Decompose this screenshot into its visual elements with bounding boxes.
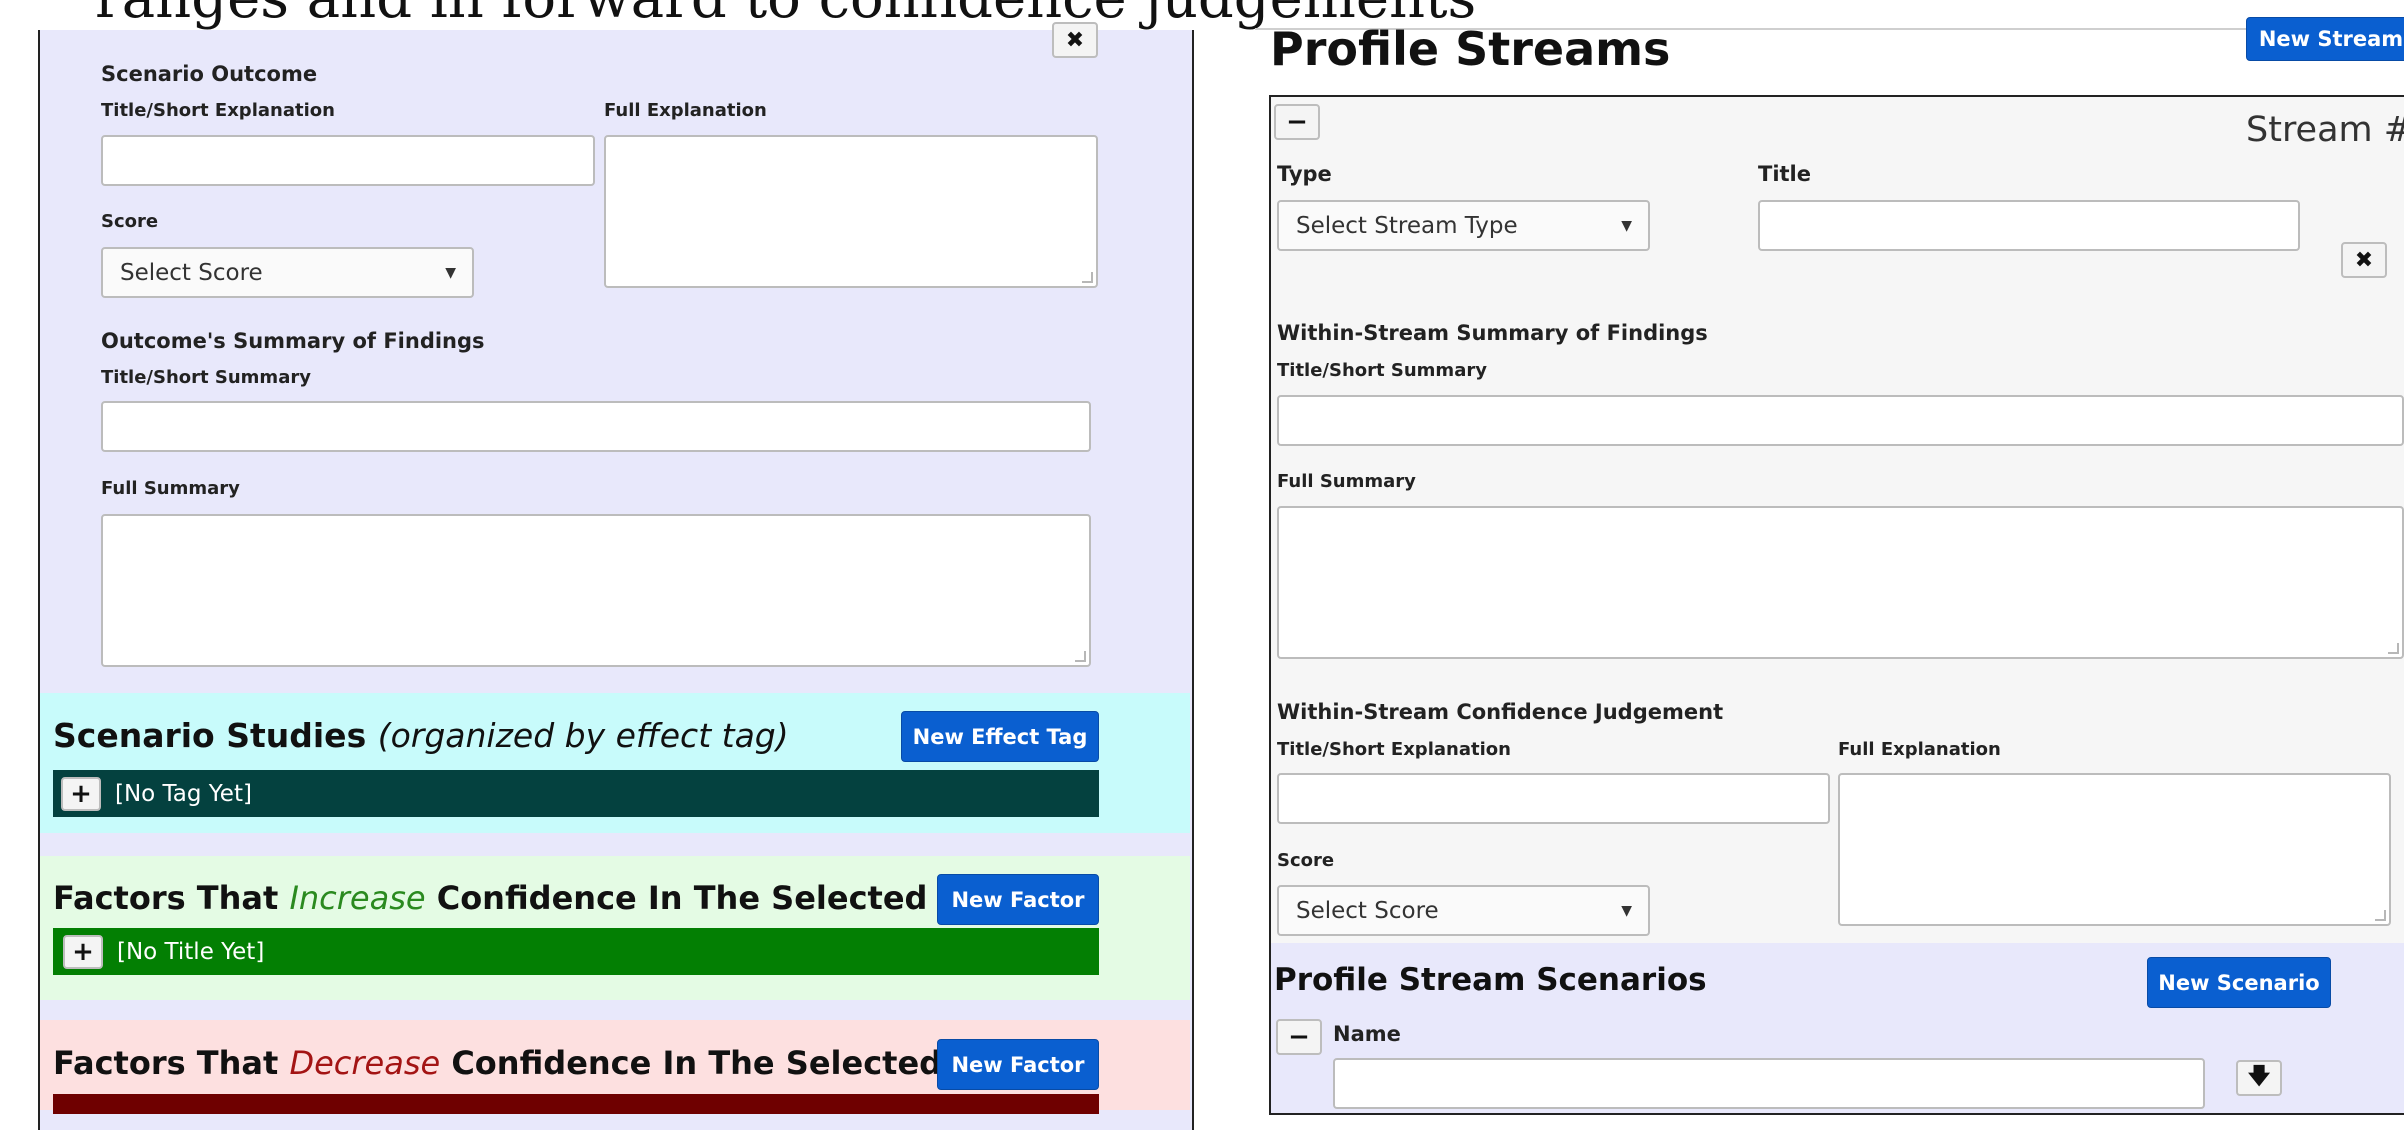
new-scenario-button[interactable]: New Scenario [2147, 957, 2331, 1008]
outcome-summary-heading: Outcome's Summary of Findings [101, 329, 485, 353]
summary-title-label: Title/Short Summary [101, 367, 311, 388]
within-confidence-title-input[interactable] [1277, 773, 1830, 824]
expand-button[interactable]: + [63, 934, 103, 969]
arrow-down-icon: 🡇 [2247, 1064, 2271, 1089]
within-summary-title-label: Title/Short Summary [1277, 360, 1487, 381]
profile-streams-title: Profile Streams [1270, 22, 1671, 76]
scenario-name-label: Name [1333, 1022, 1401, 1046]
outcome-title-input[interactable] [101, 135, 595, 186]
effect-tag-row[interactable]: + [No Tag Yet] [53, 770, 1099, 817]
expand-button[interactable]: + [61, 776, 101, 811]
summary-title-input[interactable] [101, 401, 1091, 452]
scenario-studies-title: Scenario Studies (organized by effect ta… [53, 716, 789, 755]
scenario-outcome-heading: Scenario Outcome [101, 62, 318, 86]
increase-factors-title: Factors That Increase Confidence In The … [53, 879, 1075, 917]
close-icon: ✖ [1065, 27, 1085, 53]
within-summary-title-input[interactable] [1277, 395, 2404, 446]
within-summary-heading: Within-Stream Summary of Findings [1277, 321, 1708, 345]
plus-icon: + [72, 936, 94, 967]
chevron-down-icon: ▼ [1621, 902, 1632, 919]
chevron-down-icon: ▼ [1621, 217, 1632, 234]
increase-factor-row[interactable]: + [No Title Yet] [53, 928, 1099, 975]
close-icon: ✖ [2354, 247, 2374, 273]
within-confidence-score-label: Score [1277, 850, 1335, 871]
outcome-full-textarea[interactable] [604, 135, 1098, 288]
within-confidence-heading: Within-Stream Confidence Judgement [1277, 700, 1724, 724]
decrease-factors-title: Factors That Decrease Confidence In The … [53, 1044, 1089, 1082]
stream-title-input[interactable] [1758, 200, 2300, 251]
new-effect-tag-button[interactable]: New Effect Tag [901, 711, 1099, 762]
outcome-score-select[interactable]: Select Score ▼ [101, 247, 474, 298]
within-summary-full-textarea[interactable] [1277, 506, 2404, 659]
stream-title-label: Title [1758, 162, 1812, 186]
summary-full-label: Full Summary [101, 478, 240, 499]
stream-scenarios-title: Profile Stream Scenarios [1274, 962, 1707, 998]
increase-factor-label: [No Title Yet] [117, 938, 265, 965]
within-summary-full-label: Full Summary [1277, 471, 1416, 492]
outcome-score-label: Score [101, 211, 159, 232]
new-stream-button[interactable]: New Stream [2246, 17, 2404, 61]
outcome-full-label: Full Explanation [604, 100, 767, 121]
stream-type-select[interactable]: Select Stream Type ▼ [1277, 200, 1650, 251]
delete-stream-button[interactable]: ✖ [2341, 242, 2387, 278]
chevron-down-icon: ▼ [445, 264, 456, 281]
within-confidence-full-label: Full Explanation [1838, 739, 2001, 760]
minus-icon: − [1286, 107, 1308, 137]
stream-number: Stream #1 [2246, 110, 2404, 150]
move-down-button[interactable]: 🡇 [2236, 1060, 2282, 1096]
minus-icon: − [1288, 1022, 1310, 1052]
outcome-title-label: Title/Short Explanation [101, 100, 335, 121]
collapse-scenario-button[interactable]: − [1276, 1019, 1322, 1055]
collapse-stream-button[interactable]: − [1274, 104, 1320, 140]
decrease-factor-row[interactable] [53, 1094, 1099, 1114]
close-outcome-button[interactable]: ✖ [1052, 22, 1098, 58]
effect-tag-label: [No Tag Yet] [115, 780, 252, 807]
within-confidence-title-label: Title/Short Explanation [1277, 739, 1511, 760]
scenario-name-input[interactable] [1333, 1058, 2205, 1109]
plus-icon: + [70, 778, 92, 809]
stream-type-label: Type [1277, 162, 1332, 186]
summary-full-textarea[interactable] [101, 514, 1091, 667]
new-increase-factor-button[interactable]: New Factor [937, 874, 1099, 925]
within-confidence-score-select[interactable]: Select Score ▼ [1277, 885, 1650, 936]
within-confidence-full-textarea[interactable] [1838, 773, 2391, 926]
new-decrease-factor-button[interactable]: New Factor [937, 1039, 1099, 1090]
